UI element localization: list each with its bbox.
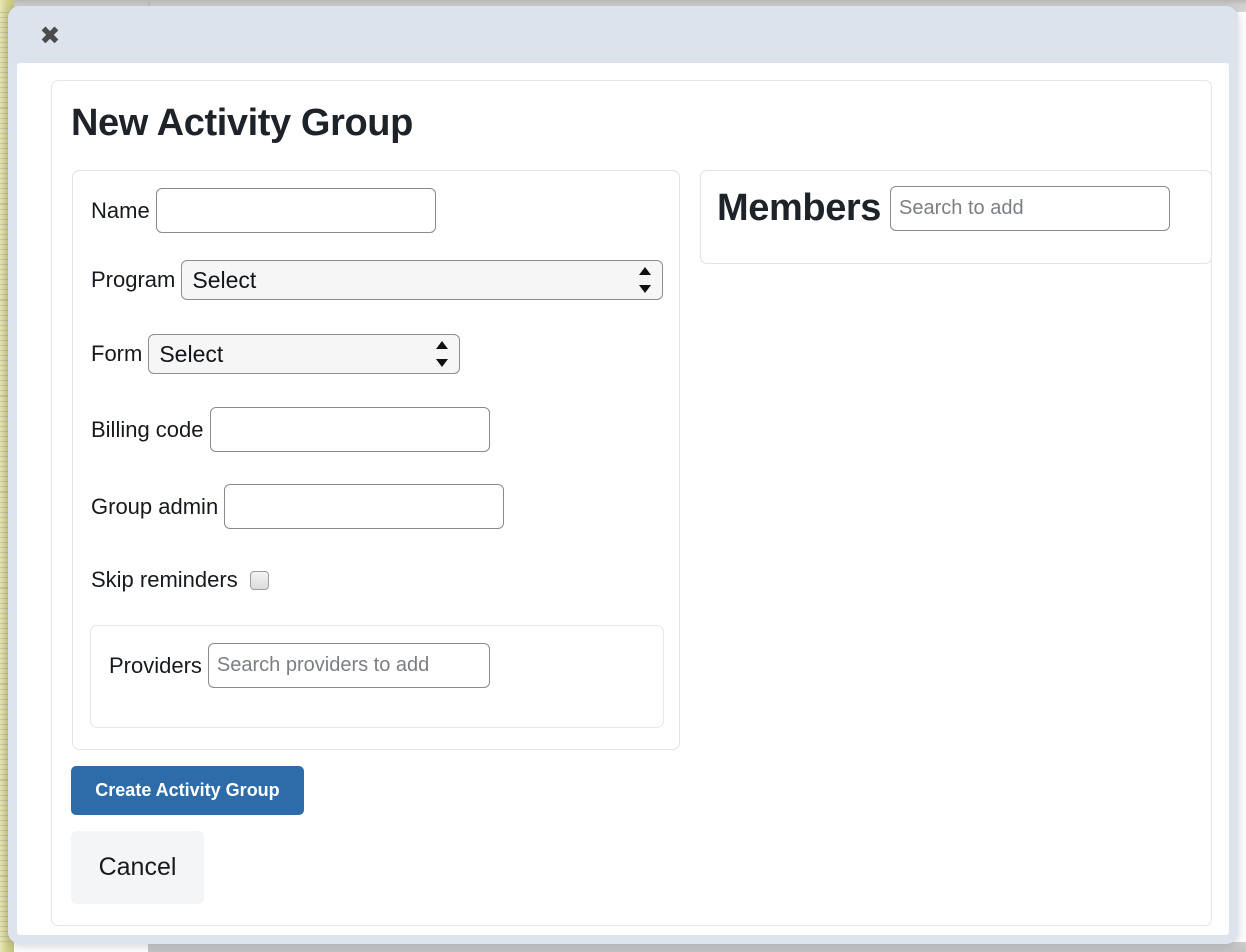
members-search-input[interactable] — [890, 186, 1171, 231]
label-name: Name — [91, 197, 150, 223]
field-row-program: Program Select — [91, 260, 664, 300]
label-skip-reminders: Skip reminders — [91, 567, 238, 592]
name-input[interactable] — [155, 188, 436, 233]
members-title: Members — [717, 187, 882, 229]
create-activity-group-button[interactable]: Create Activity Group — [71, 766, 304, 815]
billing-code-input[interactable] — [209, 407, 490, 452]
cancel-button[interactable]: Cancel — [71, 831, 204, 904]
field-row-name: Name — [91, 188, 436, 233]
label-billing-code: Billing code — [91, 416, 204, 442]
field-row-billing-code: Billing code — [91, 407, 490, 452]
new-activity-group-modal: ✖ New Activity Group Name Program Select — [8, 6, 1238, 944]
activity-group-form-panel: Name Program Select Form Select Billing … — [72, 170, 680, 750]
field-row-form: Form Select — [91, 334, 461, 374]
page-title: New Activity Group — [71, 102, 413, 144]
label-group-admin: Group admin — [91, 493, 219, 519]
skip-reminders-checkbox[interactable] — [249, 570, 269, 590]
field-row-skip-reminders: Skip reminders — [91, 567, 269, 593]
program-select[interactable]: Select — [181, 260, 664, 300]
members-panel: Members — [700, 170, 1212, 264]
program-select-wrapper: Select — [181, 260, 664, 300]
content-card: New Activity Group Name Program Select F… — [51, 80, 1212, 926]
label-program: Program — [91, 267, 176, 292]
label-form: Form — [91, 341, 143, 366]
close-icon[interactable]: ✖ — [34, 20, 66, 50]
field-row-providers: Providers — [109, 643, 490, 688]
group-admin-input[interactable] — [224, 484, 505, 529]
providers-panel: Providers — [90, 625, 664, 728]
modal-header: ✖ — [8, 6, 1238, 63]
form-select[interactable]: Select — [148, 334, 461, 374]
form-select-wrapper: Select — [148, 334, 461, 374]
label-providers: Providers — [109, 652, 202, 678]
modal-body: New Activity Group Name Program Select F… — [17, 63, 1229, 935]
providers-search-input[interactable] — [207, 643, 490, 688]
members-row: Members — [717, 186, 1171, 231]
field-row-group-admin: Group admin — [91, 484, 505, 529]
